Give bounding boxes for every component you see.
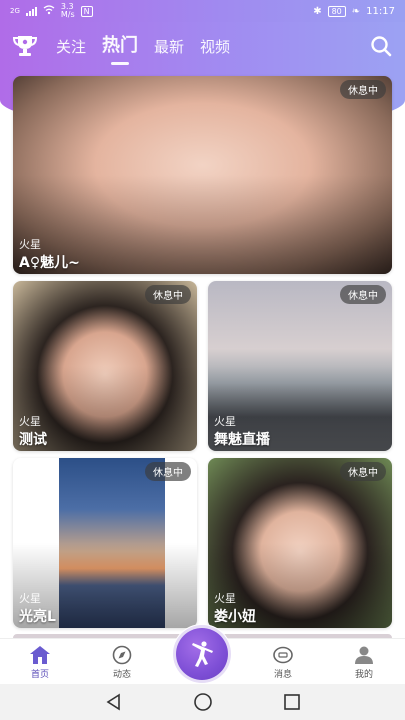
- profile-icon: [355, 646, 373, 664]
- trophy-icon[interactable]: [12, 34, 38, 58]
- tab-following[interactable]: 关注: [56, 36, 86, 61]
- back-icon[interactable]: [105, 693, 123, 711]
- clock: 11:17: [366, 5, 395, 17]
- streamer-card[interactable]: 休息中 火星 舞魅直播: [208, 281, 392, 451]
- tab-popular[interactable]: 热门: [102, 31, 138, 65]
- live-button[interactable]: [172, 624, 232, 684]
- location-label: 火星: [19, 238, 41, 251]
- recents-icon[interactable]: [283, 693, 301, 711]
- nav-label: 首页: [30, 670, 49, 680]
- dancer-icon: [192, 641, 213, 667]
- network-type: 2G: [10, 7, 20, 15]
- status-badge: 休息中: [340, 285, 386, 304]
- status-badge: 休息中: [340, 80, 386, 99]
- nav-label: 动态: [112, 670, 131, 680]
- signal-icon: [25, 6, 37, 16]
- streamer-name: 光亮L: [19, 609, 56, 625]
- streamer-name: 娄小妞: [214, 609, 256, 625]
- home-icon: [30, 646, 50, 664]
- streamer-card[interactable]: 休息中 火星 娄小妞: [208, 458, 392, 628]
- nav-messages[interactable]: 消息: [253, 645, 313, 680]
- tab-latest[interactable]: 最新: [154, 36, 184, 61]
- content-tabs: 关注 热门 最新 视频: [56, 31, 230, 65]
- nav-home[interactable]: 首页: [10, 645, 70, 680]
- streamer-name: 舞魅直播: [214, 432, 270, 448]
- network-speed: 3.3 M/s: [60, 2, 75, 19]
- battery-indicator: 80: [327, 5, 346, 17]
- top-header: 关注 热门 最新 视频: [0, 22, 405, 70]
- bluetooth-icon: ✱: [313, 5, 322, 17]
- nav-label: 消息: [273, 670, 292, 680]
- home-circle-icon[interactable]: [193, 692, 213, 712]
- status-badge: 休息中: [145, 285, 191, 304]
- nav-label: 我的: [354, 670, 373, 680]
- location-label: 火星: [214, 592, 236, 605]
- search-icon[interactable]: [369, 34, 393, 58]
- streamer-name: 测试: [19, 432, 47, 448]
- message-icon: [273, 646, 293, 664]
- tab-video[interactable]: 视频: [200, 36, 230, 61]
- status-badge: 休息中: [145, 462, 191, 481]
- nav-feed[interactable]: 动态: [92, 645, 152, 680]
- status-badge: 休息中: [340, 462, 386, 481]
- nfc-icon: N: [80, 5, 93, 17]
- leaf-icon: ❧: [351, 5, 361, 17]
- streamer-card[interactable]: 休息中 火星 A♀魅儿~: [13, 76, 392, 274]
- nav-profile[interactable]: 我的: [334, 645, 394, 680]
- compass-icon: [112, 645, 132, 665]
- system-nav-bar: [0, 684, 405, 720]
- streamer-card[interactable]: 休息中 火星 光亮L: [13, 458, 197, 628]
- fab-circle: [176, 628, 228, 680]
- wifi-icon: [43, 4, 55, 18]
- location-label: 火星: [214, 415, 236, 428]
- streamer-name: A♀魅儿~: [19, 255, 80, 271]
- status-bar: 2G 3.3 M/s N ✱ 80 ❧ 11:17: [0, 0, 405, 22]
- location-label: 火星: [19, 592, 41, 605]
- streamer-card[interactable]: 休息中 火星 测试: [13, 281, 197, 451]
- location-label: 火星: [19, 415, 41, 428]
